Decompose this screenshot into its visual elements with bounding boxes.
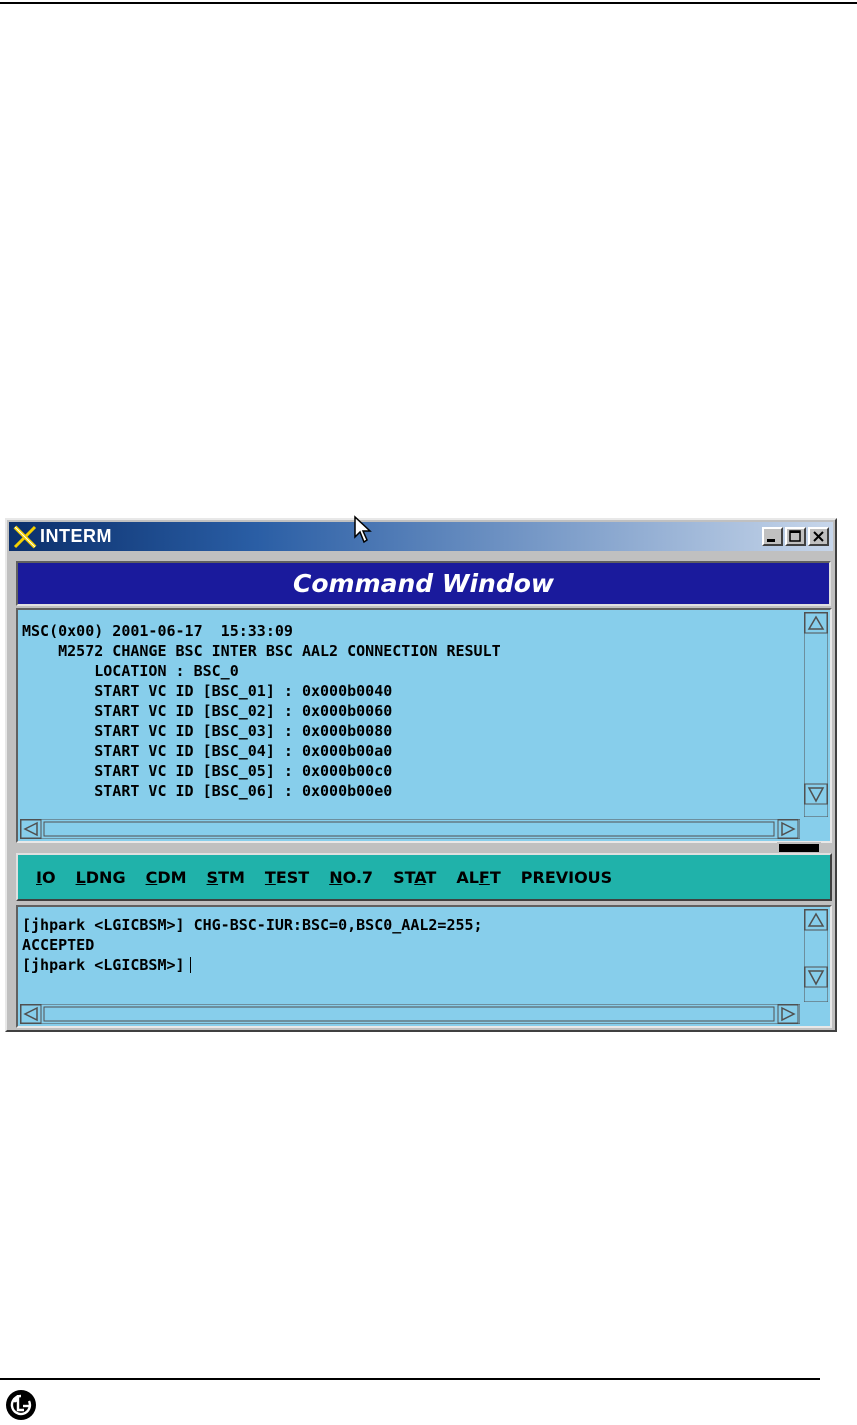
arrow-left-icon[interactable] — [20, 1004, 42, 1024]
close-icon — [813, 531, 824, 542]
menu-item-ldng[interactable]: LDNG — [76, 868, 126, 887]
text-caret-icon — [189, 957, 191, 973]
output-text[interactable]: MSC(0x00) 2001-06-17 15:33:09 M2572 CHAN… — [22, 610, 796, 815]
page-top-rule — [0, 2, 857, 4]
output-line: START VC ID [BSC_04] : 0x000b00a0 — [22, 742, 393, 760]
output-line: START VC ID [BSC_06] : 0x000b00e0 — [22, 782, 393, 800]
menu-item-cdm[interactable]: CDM — [146, 868, 187, 887]
page-bottom-rule — [0, 1378, 820, 1380]
output-line: START VC ID [BSC_03] : 0x000b0080 — [22, 722, 393, 740]
window-title: INTERM — [40, 526, 112, 546]
output-line: START VC ID [BSC_01] : 0x000b0040 — [22, 682, 393, 700]
arrow-right-icon[interactable] — [777, 1004, 799, 1024]
console-line: [jhpark <LGICBSM>] CHG-BSC-IUR:BSC=0,BSC… — [22, 916, 483, 934]
menu-item-stm[interactable]: STM — [207, 868, 245, 887]
menu-item-io[interactable]: IO — [36, 868, 56, 887]
minimize-icon — [767, 539, 775, 542]
arrow-down-icon[interactable] — [804, 783, 828, 805]
menu-item-no7[interactable]: NO.7 — [329, 868, 373, 887]
output-line: MSC(0x00) 2001-06-17 15:33:09 — [22, 622, 293, 640]
menu-item-alft[interactable]: ALFT — [456, 868, 500, 887]
output-line: START VC ID [BSC_05] : 0x000b00c0 — [22, 762, 393, 780]
maximize-icon — [789, 530, 801, 542]
menu-item-test[interactable]: TEST — [265, 868, 309, 887]
command-window-banner: Command Window — [16, 561, 831, 606]
menu-item-previous[interactable]: PREVIOUS — [521, 868, 612, 887]
arrow-right-icon[interactable] — [777, 819, 799, 839]
arrow-up-icon[interactable] — [804, 612, 828, 634]
console-line: [jhpark <LGICBSM>] — [22, 955, 796, 975]
console-vertical-scrollbar[interactable] — [804, 909, 828, 1002]
title-bar[interactable]: INTERM — [9, 522, 833, 551]
output-line: M2572 CHANGE BSC INTER BSC AAL2 CONNECTI… — [22, 642, 501, 660]
output-vertical-scrollbar[interactable] — [804, 612, 828, 817]
output-pane: MSC(0x00) 2001-06-17 15:33:09 M2572 CHAN… — [16, 608, 832, 843]
lg-logo-icon — [6, 1390, 36, 1420]
output-line: START VC ID [BSC_02] : 0x000b0060 — [22, 702, 393, 720]
console-input[interactable]: [jhpark <LGICBSM>] CHG-BSC-IUR:BSC=0,BSC… — [22, 907, 796, 1000]
interm-window: INTERM Command Window MSC(0x00) 2001-06-… — [5, 518, 837, 1032]
console-pane: [jhpark <LGICBSM>] CHG-BSC-IUR:BSC=0,BSC… — [16, 905, 832, 1028]
mouse-pointer-icon — [354, 515, 372, 544]
output-horizontal-scrollbar[interactable] — [20, 819, 800, 839]
arrow-left-icon[interactable] — [20, 819, 42, 839]
console-line: ACCEPTED — [22, 936, 95, 954]
menu-bar: IO LDNG CDM STM TEST NO.7 STAT ALFT PREVIOUS — [16, 853, 832, 901]
menu-item-stat[interactable]: STAT — [393, 868, 436, 887]
arrow-up-icon[interactable] — [804, 909, 828, 931]
output-line: LOCATION : BSC_0 — [22, 662, 239, 680]
arrow-down-icon[interactable] — [804, 966, 828, 988]
close-button[interactable] — [808, 527, 829, 546]
console-horizontal-scrollbar[interactable] — [20, 1004, 800, 1024]
minimize-button[interactable] — [762, 527, 783, 546]
x-app-icon — [13, 525, 37, 548]
maximize-button[interactable] — [785, 527, 806, 546]
